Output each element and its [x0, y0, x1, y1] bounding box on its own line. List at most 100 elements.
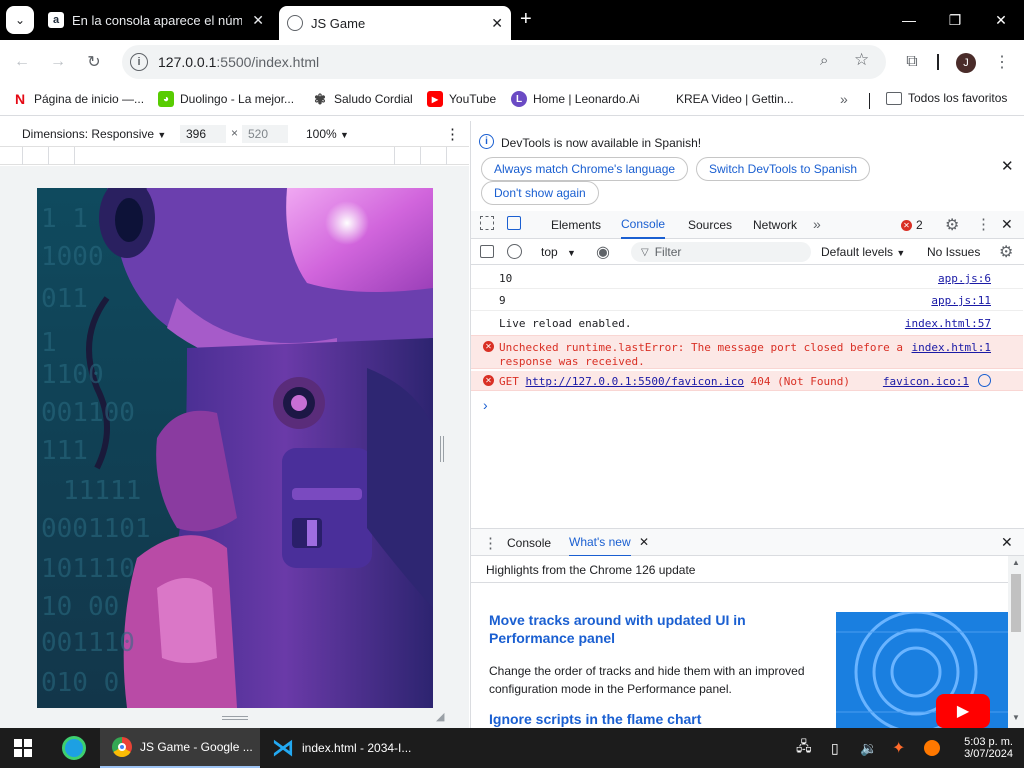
- close-drawer-icon[interactable]: ✕: [1001, 534, 1013, 551]
- device-toggle-icon[interactable]: [507, 216, 521, 230]
- article-title-link[interactable]: Move tracks around with updated UI in Pe…: [489, 611, 789, 647]
- tray-avast-icon[interactable]: [924, 728, 940, 768]
- close-banner-icon[interactable]: ✕: [1001, 157, 1014, 175]
- close-devtools-icon[interactable]: ✕: [1001, 216, 1013, 233]
- bookmark-youtube[interactable]: ▶ YouTube: [427, 91, 496, 107]
- extensions-icon[interactable]: ⧉: [902, 52, 922, 72]
- console-source-link[interactable]: app.js:6: [938, 272, 991, 285]
- scrollbar-thumb[interactable]: [1011, 574, 1021, 632]
- inspect-element-icon[interactable]: [480, 216, 494, 230]
- menu-icon[interactable]: ⋮: [992, 52, 1012, 72]
- issues-count[interactable]: No Issues: [927, 245, 980, 259]
- profile-avatar[interactable]: J: [956, 53, 976, 73]
- bookmark-netflix[interactable]: N Página de inicio —...: [12, 91, 144, 107]
- bookmark-all-favorites[interactable]: Todos los favoritos: [886, 91, 1007, 105]
- address-bar[interactable]: i 127.0.0.1:5500/index.html ⌕ ☆: [122, 45, 886, 79]
- match-language-button[interactable]: Always match Chrome's language: [481, 157, 689, 181]
- close-whats-new-icon[interactable]: ✕: [639, 535, 649, 549]
- scroll-down-icon[interactable]: ▼: [1012, 713, 1020, 722]
- taskbar-vscode[interactable]: ⋊ index.html - 2034-I...: [262, 728, 422, 768]
- volume-icon[interactable]: 🔉: [860, 728, 877, 768]
- console-source-link[interactable]: index.html:57: [905, 317, 991, 330]
- drawer-menu-icon[interactable]: ⋮: [483, 534, 498, 552]
- binary-text: 1 1: [41, 204, 88, 234]
- live-expression-eye-icon[interactable]: ◉: [596, 242, 610, 262]
- console-message-text: 10: [499, 272, 513, 285]
- filter-input[interactable]: ▽ Filter: [631, 242, 811, 262]
- start-button[interactable]: [14, 728, 32, 768]
- maximize-button[interactable]: ❐: [932, 0, 978, 40]
- devtools-menu-icon[interactable]: ⋮: [976, 215, 991, 233]
- tab-js-game[interactable]: JS Game ✕: [279, 6, 511, 40]
- clock[interactable]: 5:03 p. m. 3/07/2024: [955, 728, 1013, 768]
- site-info-icon[interactable]: i: [130, 53, 148, 71]
- height-input[interactable]: 520: [242, 125, 288, 143]
- devtools-tabbar: Elements Console Sources Network » ✕ 2 ⚙…: [471, 211, 1024, 239]
- tab-elements[interactable]: Elements: [551, 211, 601, 239]
- context-select[interactable]: top ▼: [541, 245, 576, 259]
- reload-icon[interactable]: ↻: [84, 52, 104, 72]
- bookmark-leonardo[interactable]: L Home | Leonardo.Ai: [511, 91, 640, 107]
- console-source-link[interactable]: favicon.ico:1: [883, 375, 969, 388]
- resize-handle-right[interactable]: [440, 436, 444, 462]
- drawer-tab-whats-new[interactable]: What's new: [569, 529, 631, 557]
- network-globe-icon[interactable]: [978, 374, 991, 387]
- close-tab-icon[interactable]: ✕: [252, 12, 264, 29]
- bookmark-duolingo[interactable]: ◕ Duolingo - La mejor...: [158, 91, 294, 107]
- console-prompt[interactable]: ›: [483, 397, 488, 413]
- bookmark-saludo[interactable]: ✾ Saludo Cordial: [312, 91, 413, 107]
- youtube-play-icon[interactable]: ▶: [936, 694, 990, 728]
- network-icon[interactable]: 🖧: [796, 728, 812, 768]
- tab-sources[interactable]: Sources: [688, 211, 732, 239]
- resize-corner-icon[interactable]: ◢: [436, 710, 444, 723]
- error-count-badge[interactable]: ✕ 2: [901, 218, 923, 232]
- settings-gear-icon[interactable]: ⚙: [945, 215, 959, 235]
- ruler-mark: [420, 147, 421, 165]
- taskbar-edge[interactable]: [62, 728, 86, 768]
- console-source-link[interactable]: index.html:1: [912, 341, 991, 354]
- close-window-button[interactable]: ✕: [978, 0, 1024, 40]
- binary-text: 001110: [41, 628, 135, 658]
- tab-console[interactable]: Console: [621, 211, 666, 239]
- scroll-up-icon[interactable]: ▲: [1012, 558, 1020, 567]
- back-icon[interactable]: ←: [12, 52, 32, 72]
- device-more-icon[interactable]: ⋮: [445, 125, 460, 143]
- binary-text: 11111: [63, 476, 142, 506]
- game-canvas-astronaut[interactable]: 1 1 1000 011 1 1100 001100 111 11111 000…: [37, 188, 433, 708]
- close-tab-icon[interactable]: ✕: [491, 15, 503, 32]
- switch-to-spanish-button[interactable]: Switch DevTools to Spanish: [696, 157, 871, 181]
- bookmark-star-icon[interactable]: ☆: [854, 50, 869, 70]
- new-tab-button[interactable]: +: [520, 8, 532, 31]
- zoom-icon[interactable]: ⌕: [820, 52, 828, 69]
- dont-show-again-button[interactable]: Don't show again: [481, 181, 599, 205]
- console-source-link[interactable]: app.js:11: [931, 294, 991, 307]
- tab-search-button[interactable]: ⌄: [6, 6, 34, 34]
- favicon-url-link[interactable]: http://127.0.0.1:5500/favicon.ico: [526, 375, 745, 388]
- console-settings-icon[interactable]: ⚙: [999, 242, 1013, 262]
- resize-handle-bottom[interactable]: [222, 716, 248, 720]
- taskbar-chrome[interactable]: JS Game - Google ...: [100, 728, 260, 768]
- minimize-button[interactable]: —: [886, 0, 932, 40]
- bookmark-krea[interactable]: KREA Video | Gettin...: [654, 91, 794, 107]
- url-text[interactable]: 127.0.0.1:5500/index.html: [158, 54, 319, 70]
- console-error-text: GET http://127.0.0.1:5500/favicon.ico 40…: [499, 375, 851, 388]
- tab-amazon-question[interactable]: a En la consola aparece el númer ✕: [40, 5, 272, 35]
- video-thumbnail[interactable]: ▶: [836, 612, 1008, 728]
- tray-app-icon[interactable]: ✦: [892, 728, 905, 768]
- more-tabs-icon[interactable]: »: [813, 216, 821, 232]
- log-levels-select[interactable]: Default levels ▼: [821, 245, 905, 259]
- article-title-link[interactable]: Ignore scripts in the flame chart: [489, 711, 701, 727]
- media-query-ruler[interactable]: [0, 147, 469, 165]
- drawer-tab-console[interactable]: Console: [507, 529, 551, 557]
- sidebar-toggle-icon[interactable]: [480, 245, 494, 258]
- more-bookmarks-icon[interactable]: »: [840, 91, 848, 107]
- battery-icon[interactable]: ▯: [831, 728, 839, 768]
- width-input[interactable]: 396: [180, 125, 226, 143]
- clear-console-icon[interactable]: [507, 244, 522, 259]
- drawer-scrollbar[interactable]: ▲ ▼: [1008, 556, 1024, 728]
- zoom-select[interactable]: 100% ▼: [306, 127, 349, 141]
- leonardo-icon: L: [511, 91, 527, 107]
- tab-network[interactable]: Network: [753, 211, 797, 239]
- dimensions-select[interactable]: Dimensions: Responsive ▼: [22, 127, 166, 141]
- forward-icon[interactable]: →: [48, 52, 68, 72]
